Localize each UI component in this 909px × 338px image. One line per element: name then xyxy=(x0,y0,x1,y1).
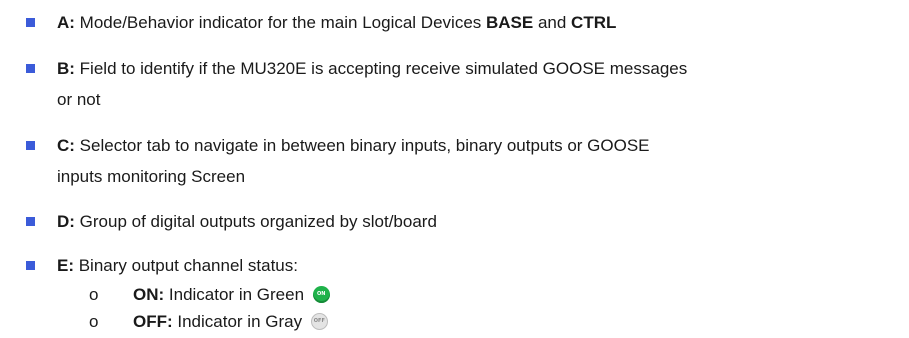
item-description: Group of digital outputs organized by sl… xyxy=(74,212,437,231)
conjunction: and xyxy=(533,13,572,32)
bullet-marker xyxy=(26,64,35,73)
item-key: A: xyxy=(57,13,75,32)
device-ctrl: CTRL xyxy=(571,13,617,32)
off-indicator-icon: OFF xyxy=(310,313,328,330)
item-key: C: xyxy=(57,136,75,155)
bullet-marker xyxy=(26,18,35,27)
item-description: Binary output channel status: xyxy=(74,256,298,275)
item-key: D: xyxy=(57,212,75,231)
state-description: Indicator in Green xyxy=(164,285,305,304)
state-key: OFF: xyxy=(133,312,173,331)
list-item-text: E: Binary output channel status: xyxy=(57,250,880,281)
list-item-text: A: Mode/Behavior indicator for the main … xyxy=(57,7,880,38)
on-indicator-label: ON xyxy=(317,291,326,297)
item-description: Field to identify if the MU320E is accep… xyxy=(74,59,688,78)
item-key: E: xyxy=(57,256,74,275)
device-base: BASE xyxy=(486,13,534,32)
off-indicator-label: OFF xyxy=(313,318,325,324)
state-description: Indicator in Gray xyxy=(172,312,303,331)
item-description: Selector tab to navigate in between bina… xyxy=(74,136,650,155)
item-description: Mode/Behavior indicator for the main Log… xyxy=(74,13,486,32)
document-page: A: Mode/Behavior indicator for the main … xyxy=(0,0,909,338)
bullet-marker xyxy=(26,261,35,270)
item-description-continued: or not xyxy=(57,90,101,109)
item-key: B: xyxy=(57,59,75,78)
state-key: ON: xyxy=(133,285,165,304)
list-item-text: C: Selector tab to navigate in between b… xyxy=(57,130,880,192)
on-indicator-icon: ON xyxy=(312,286,330,303)
list-item-text: D: Group of digital outputs organized by… xyxy=(57,206,880,237)
bullet-marker xyxy=(26,141,35,150)
item-description-continued: inputs monitoring Screen xyxy=(57,167,246,186)
list-item-text: B: Field to identify if the MU320E is ac… xyxy=(57,53,880,115)
bullet-marker xyxy=(26,217,35,226)
sub-item-text: OFF: Indicator in Gray OFF xyxy=(133,306,328,337)
sub-bullet-marker: o xyxy=(89,312,99,331)
